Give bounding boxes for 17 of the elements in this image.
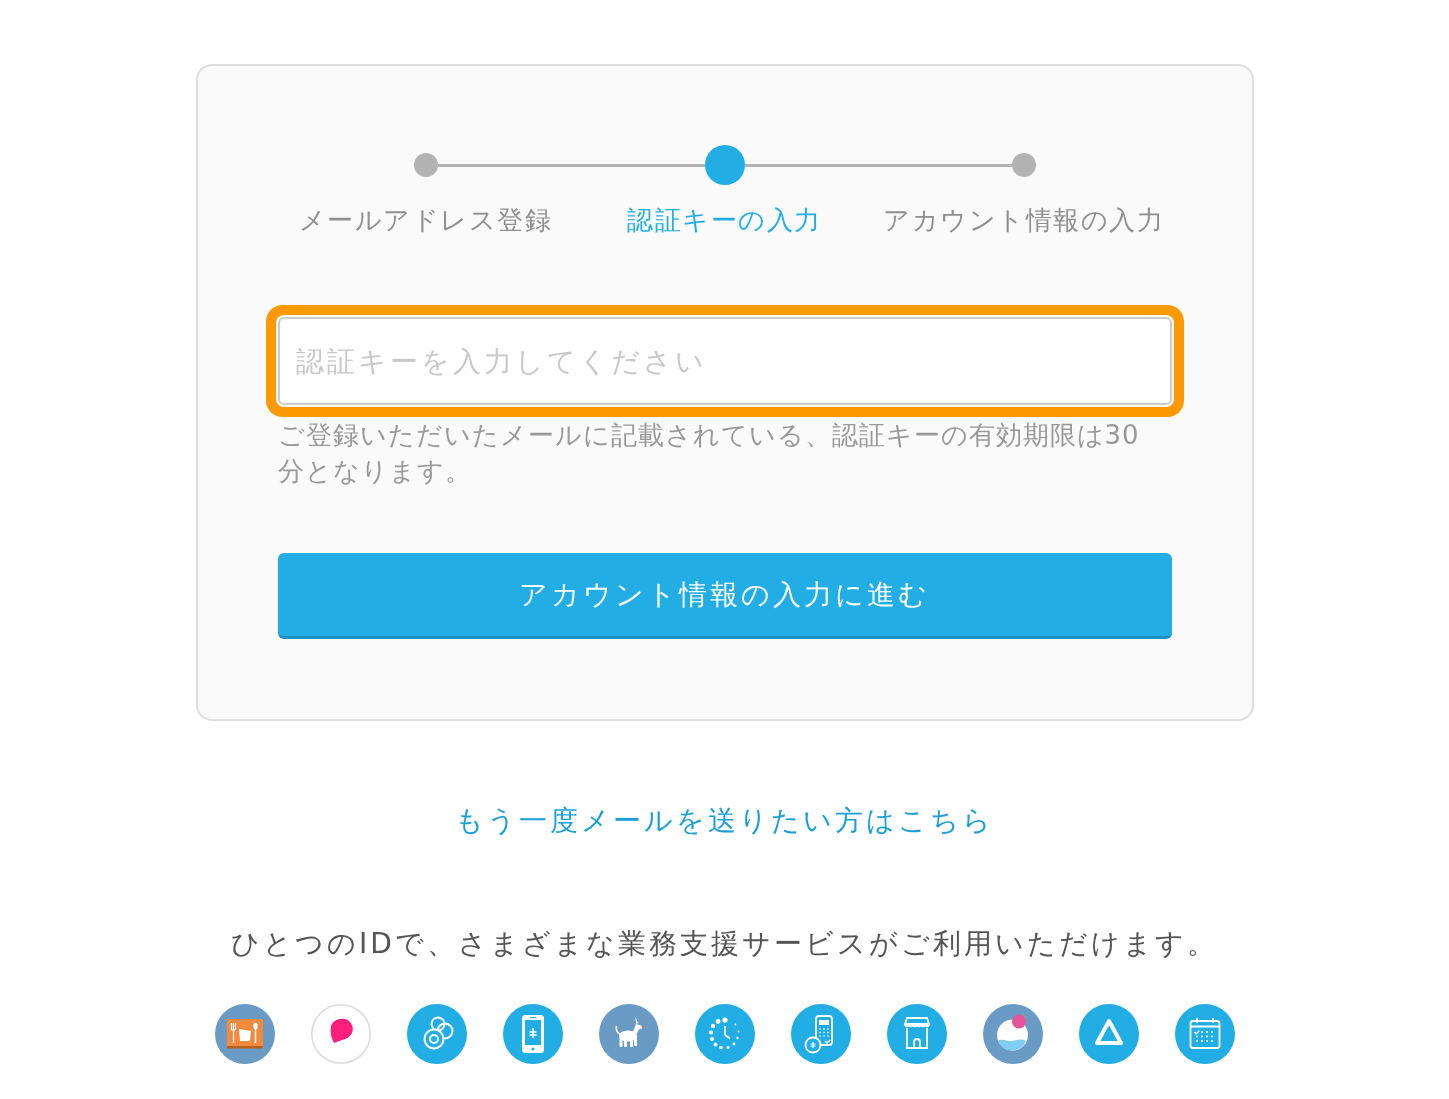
dog-icon [598, 1004, 659, 1064]
submit-button[interactable]: アカウント情報の入力に進む [277, 553, 1172, 639]
blob-icon [310, 1004, 371, 1064]
cutlery-tray-icon [214, 1004, 275, 1064]
help-text: ご登録いただいたメールに記載されている、認証キーの有効期限は30分となります。 [277, 419, 1141, 488]
step-label: 認証キーの入力 [627, 204, 822, 237]
smartphone-icon [502, 1004, 563, 1064]
calendar-icon [1174, 1004, 1235, 1064]
coins-icon [406, 1004, 467, 1064]
circle-dot-icon [982, 1004, 1043, 1064]
storefront-icon [886, 1004, 947, 1064]
resend-email-link[interactable]: もう一度メールを送りたい方はこちら [455, 801, 994, 841]
step-label: アカウント情報の入力 [883, 204, 1164, 237]
payment-terminal-icon [790, 1004, 851, 1064]
services-caption: ひとつのIDで、さまざまな業務支援サービスがご利用いただけます。 [231, 926, 1218, 962]
step-label: メールアドレス登録 [298, 204, 553, 237]
clock-icon [694, 1004, 755, 1064]
